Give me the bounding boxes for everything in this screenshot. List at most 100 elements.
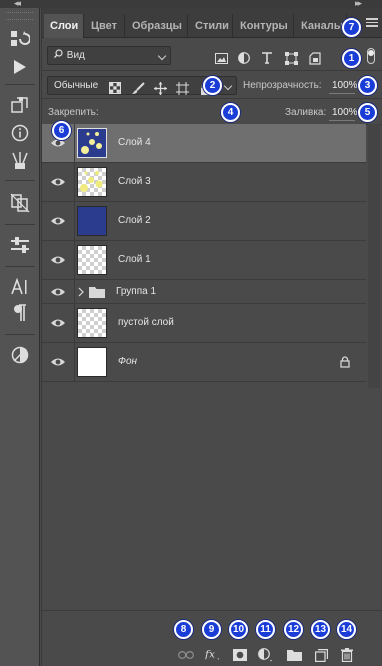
opacity-value[interactable]: 100% [332,80,358,91]
group-name[interactable]: Группа 1 [116,286,156,297]
fill-value[interactable]: 100% [332,107,358,118]
filter-row: Вид [42,39,382,71]
character-icon[interactable] [6,274,34,300]
annotation-badge: 1 [342,49,361,68]
separator [5,180,35,181]
panel-menu-icon[interactable] [366,18,378,28]
lock-position-icon[interactable] [153,81,167,95]
layer-thumbnail [77,308,107,338]
annotation-badge: 10 [229,620,248,639]
eye-icon[interactable] [50,285,66,299]
annotation-badge: 12 [284,620,303,639]
layer-name[interactable]: Слой 1 [118,254,151,265]
grip-handle[interactable] [6,12,33,20]
search-icon [54,47,64,64]
svg-text:fx: fx [205,648,215,661]
eye-icon[interactable] [50,355,66,369]
chevron-right-icon[interactable] [78,287,84,300]
play-actions-icon[interactable] [6,54,34,80]
tab-layers[interactable]: Слои [44,14,84,38]
layer-thumbnail [77,206,107,236]
filter-toggle-switch[interactable] [367,48,375,64]
shape-filter-icon[interactable] [284,51,298,65]
lock-row: Закрепить: Заливка: 100% [42,99,382,125]
layer-thumbnail [77,128,107,158]
layer-thumbnail [77,167,107,197]
layer-row[interactable]: Слой 3 [42,163,366,202]
eye-icon[interactable] [50,253,66,267]
opacity-label: Непрозрачность: [243,80,322,91]
fill-underline [329,120,355,121]
type-filter-icon[interactable] [260,51,274,65]
separator [5,334,35,335]
adjustment-layer-icon[interactable] [258,648,274,662]
group-row[interactable]: Группа 1 [42,280,366,304]
layer-name[interactable]: Фон [118,356,137,367]
eye-icon[interactable] [50,214,66,228]
layer-thumbnail [77,347,107,377]
tab-channels[interactable]: Каналы [295,14,347,38]
layer-name[interactable]: пустой слой [118,317,174,328]
layer-row[interactable]: Слой 4 [42,124,366,163]
layer-thumbnail [77,245,107,275]
lock-artboard-icon[interactable] [175,81,189,95]
paragraph-icon[interactable] [6,300,34,326]
annotation-badge: 7 [342,18,361,37]
separator [5,266,35,267]
eye-icon[interactable] [50,175,66,189]
annotation-badge: 5 [358,103,377,122]
smart-object-filter-icon[interactable] [308,51,322,65]
layer-row[interactable]: Фон [42,343,366,382]
new-group-icon[interactable] [286,648,302,662]
tab-paths[interactable]: Контуры [234,14,294,38]
link-layers-icon[interactable] [178,648,194,662]
clone-source-icon[interactable] [6,190,34,216]
eye-icon[interactable] [50,316,66,330]
lock-image-pixels-icon[interactable] [131,81,145,95]
styles-icon[interactable] [6,342,34,368]
info-icon[interactable] [6,120,34,146]
layer-row[interactable]: Слой 2 [42,202,366,241]
tool-column [0,8,40,666]
adjustment-filter-icon[interactable] [237,51,251,65]
add-mask-icon[interactable] [232,648,248,662]
filter-kind-select[interactable]: Вид [47,46,171,65]
separator [5,84,35,85]
layer-name[interactable]: Слой 2 [118,215,151,226]
tab-styles[interactable]: Стили [189,14,233,38]
adjustments-sliders-icon[interactable] [6,232,34,258]
annotation-badge: 2 [203,76,222,95]
blend-mode-value: Обычные [54,80,99,91]
image-filter-icon[interactable] [214,51,228,65]
layer-name[interactable]: Слой 4 [118,137,151,148]
chevron-down-icon [223,81,233,91]
lock-transparent-pixels-icon[interactable] [108,81,122,95]
lock-label: Закрепить: [48,107,99,118]
layer-row[interactable]: Слой 1 [42,241,366,280]
fx-icon[interactable]: fx [205,647,221,661]
delete-layer-icon[interactable] [339,648,355,662]
annotation-badge: 9 [202,620,221,639]
lock-icon [340,356,350,371]
top-strip: ◂◂ ▸▸ [0,0,382,8]
annotation-badge: 14 [337,620,356,639]
tab-swatches[interactable]: Образцы [126,14,188,38]
tab-color[interactable]: Цвет [85,14,125,38]
layer-row[interactable]: пустой слой [42,304,366,343]
opacity-underline [329,93,355,94]
new-layer-icon[interactable] [313,648,329,662]
3d-icon[interactable] [6,92,34,118]
annotation-badge: 13 [311,620,330,639]
brush-settings-icon[interactable] [6,148,34,174]
layers-scrollbar[interactable] [368,124,380,388]
annotation-badge: 6 [52,121,71,140]
filter-kind-label: Вид [66,50,85,61]
annotation-badge: 8 [174,620,193,639]
annotation-badge: 4 [221,103,240,122]
annotation-badge: 3 [358,76,377,95]
layer-name[interactable]: Слой 3 [118,176,151,187]
layers-panel: Слои Цвет Образцы Стили Контуры Каналы В… [41,8,382,666]
fill-label: Заливка: [285,107,327,118]
history-icon[interactable] [6,26,34,52]
separator [5,224,35,225]
